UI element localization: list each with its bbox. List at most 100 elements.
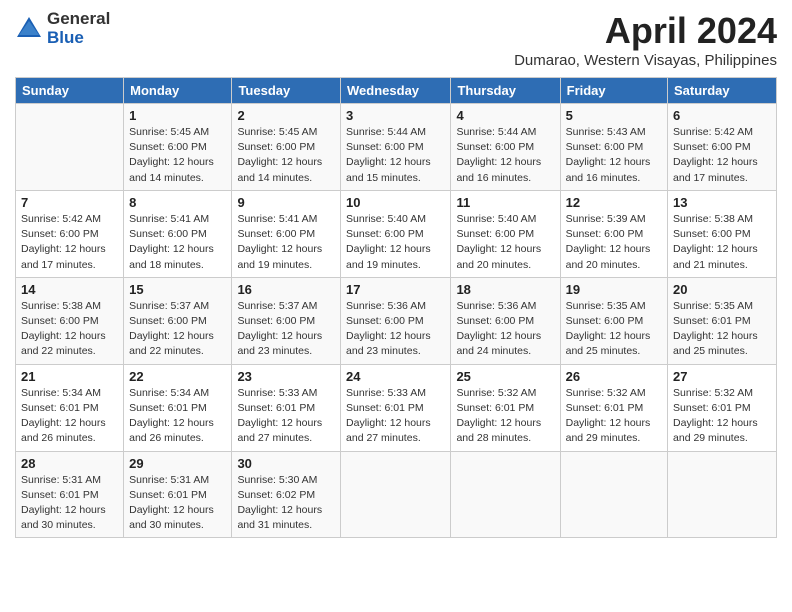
day-info: Sunrise: 5:34 AMSunset: 6:01 PMDaylight:… <box>129 386 226 447</box>
day-info: Sunrise: 5:31 AMSunset: 6:01 PMDaylight:… <box>129 473 226 534</box>
day-info: Sunrise: 5:44 AMSunset: 6:00 PMDaylight:… <box>456 125 554 186</box>
calendar-cell: 12Sunrise: 5:39 AMSunset: 6:00 PMDayligh… <box>560 190 667 277</box>
calendar-body: 1 Sunrise: 5:45 AMSunset: 6:00 PMDaylight… <box>16 104 777 538</box>
day-number: 19 <box>566 282 662 297</box>
day-number: 10 <box>346 195 445 210</box>
page-subtitle: Dumarao, Western Visayas, Philippines <box>514 52 777 69</box>
calendar-week-3: 14Sunrise: 5:38 AMSunset: 6:00 PMDayligh… <box>16 277 777 364</box>
day-number: 5 <box>566 108 662 123</box>
logo-icon <box>15 15 43 43</box>
calendar-cell: 14Sunrise: 5:38 AMSunset: 6:00 PMDayligh… <box>16 277 124 364</box>
day-info: Sunrise: 5:45 AMSunset: 6:00 PMDaylight:… <box>237 125 335 186</box>
day-info: Sunrise: 5:40 AMSunset: 6:00 PMDaylight:… <box>456 212 554 273</box>
day-number: 29 <box>129 456 226 471</box>
day-number: 25 <box>456 369 554 384</box>
calendar-cell: 6 Sunrise: 5:42 AMSunset: 6:00 PMDaylight… <box>668 104 777 191</box>
logo-text: General Blue <box>47 10 110 47</box>
calendar-cell: 8 Sunrise: 5:41 AMSunset: 6:00 PMDaylight… <box>124 190 232 277</box>
day-info: Sunrise: 5:37 AMSunset: 6:00 PMDaylight:… <box>237 299 335 360</box>
day-info: Sunrise: 5:32 AMSunset: 6:01 PMDaylight:… <box>673 386 771 447</box>
calendar-week-4: 21 Sunrise: 5:34 AMSunset: 6:01 PMDayligh… <box>16 364 777 451</box>
day-number: 23 <box>237 369 335 384</box>
day-info: Sunrise: 5:42 AMSunset: 6:00 PMDaylight:… <box>673 125 771 186</box>
logo-blue: Blue <box>47 29 110 48</box>
calendar-cell: 19 Sunrise: 5:35 AMSunset: 6:00 PMDayligh… <box>560 277 667 364</box>
day-header-tuesday: Tuesday <box>232 78 341 104</box>
day-number: 24 <box>346 369 445 384</box>
day-number: 16 <box>237 282 335 297</box>
day-number: 20 <box>673 282 771 297</box>
calendar-cell: 23 Sunrise: 5:33 AMSunset: 6:01 PMDayligh… <box>232 364 341 451</box>
day-number: 3 <box>346 108 445 123</box>
day-number: 18 <box>456 282 554 297</box>
calendar-cell <box>451 451 560 538</box>
day-number: 11 <box>456 195 554 210</box>
calendar-cell: 1 Sunrise: 5:45 AMSunset: 6:00 PMDaylight… <box>124 104 232 191</box>
page-header: General Blue April 2024 Dumarao, Western… <box>15 10 777 69</box>
page-title: April 2024 <box>514 10 777 52</box>
day-info: Sunrise: 5:32 AMSunset: 6:01 PMDaylight:… <box>456 386 554 447</box>
calendar-cell: 2 Sunrise: 5:45 AMSunset: 6:00 PMDaylight… <box>232 104 341 191</box>
day-number: 15 <box>129 282 226 297</box>
calendar-cell: 22 Sunrise: 5:34 AMSunset: 6:01 PMDayligh… <box>124 364 232 451</box>
calendar-cell: 4 Sunrise: 5:44 AMSunset: 6:00 PMDaylight… <box>451 104 560 191</box>
day-info: Sunrise: 5:38 AMSunset: 6:00 PMDaylight:… <box>673 212 771 273</box>
day-header-wednesday: Wednesday <box>341 78 451 104</box>
calendar-cell: 28Sunrise: 5:31 AMSunset: 6:01 PMDayligh… <box>16 451 124 538</box>
day-number: 8 <box>129 195 226 210</box>
day-info: Sunrise: 5:45 AMSunset: 6:00 PMDaylight:… <box>129 125 226 186</box>
day-number: 26 <box>566 369 662 384</box>
day-info: Sunrise: 5:44 AMSunset: 6:00 PMDaylight:… <box>346 125 445 186</box>
calendar-cell: 24Sunrise: 5:33 AMSunset: 6:01 PMDayligh… <box>341 364 451 451</box>
calendar-week-5: 28Sunrise: 5:31 AMSunset: 6:01 PMDayligh… <box>16 451 777 538</box>
day-info: Sunrise: 5:30 AMSunset: 6:02 PMDaylight:… <box>237 473 335 534</box>
calendar-cell: 30Sunrise: 5:30 AMSunset: 6:02 PMDayligh… <box>232 451 341 538</box>
day-number: 6 <box>673 108 771 123</box>
day-info: Sunrise: 5:39 AMSunset: 6:00 PMDaylight:… <box>566 212 662 273</box>
day-number: 2 <box>237 108 335 123</box>
day-info: Sunrise: 5:35 AMSunset: 6:00 PMDaylight:… <box>566 299 662 360</box>
day-info: Sunrise: 5:41 AMSunset: 6:00 PMDaylight:… <box>129 212 226 273</box>
day-number: 13 <box>673 195 771 210</box>
title-block: April 2024 Dumarao, Western Visayas, Phi… <box>514 10 777 69</box>
day-number: 21 <box>21 369 118 384</box>
day-info: Sunrise: 5:33 AMSunset: 6:01 PMDaylight:… <box>237 386 335 447</box>
calendar-cell: 15Sunrise: 5:37 AMSunset: 6:00 PMDayligh… <box>124 277 232 364</box>
day-number: 7 <box>21 195 118 210</box>
day-info: Sunrise: 5:38 AMSunset: 6:00 PMDaylight:… <box>21 299 118 360</box>
calendar-cell: 27 Sunrise: 5:32 AMSunset: 6:01 PMDayligh… <box>668 364 777 451</box>
day-info: Sunrise: 5:34 AMSunset: 6:01 PMDaylight:… <box>21 386 118 447</box>
day-info: Sunrise: 5:31 AMSunset: 6:01 PMDaylight:… <box>21 473 118 534</box>
day-number: 22 <box>129 369 226 384</box>
calendar-cell: 29 Sunrise: 5:31 AMSunset: 6:01 PMDayligh… <box>124 451 232 538</box>
calendar-cell <box>668 451 777 538</box>
logo: General Blue <box>15 10 110 47</box>
day-info: Sunrise: 5:32 AMSunset: 6:01 PMDaylight:… <box>566 386 662 447</box>
day-number: 27 <box>673 369 771 384</box>
calendar-week-2: 7Sunrise: 5:42 AMSunset: 6:00 PMDaylight… <box>16 190 777 277</box>
day-info: Sunrise: 5:40 AMSunset: 6:00 PMDaylight:… <box>346 212 445 273</box>
header-row: SundayMondayTuesdayWednesdayThursdayFrid… <box>16 78 777 104</box>
day-number: 1 <box>129 108 226 123</box>
calendar-cell <box>16 104 124 191</box>
day-number: 4 <box>456 108 554 123</box>
day-number: 17 <box>346 282 445 297</box>
day-info: Sunrise: 5:43 AMSunset: 6:00 PMDaylight:… <box>566 125 662 186</box>
day-header-thursday: Thursday <box>451 78 560 104</box>
calendar-cell: 5 Sunrise: 5:43 AMSunset: 6:00 PMDaylight… <box>560 104 667 191</box>
calendar-cell: 11 Sunrise: 5:40 AMSunset: 6:00 PMDayligh… <box>451 190 560 277</box>
day-info: Sunrise: 5:35 AMSunset: 6:01 PMDaylight:… <box>673 299 771 360</box>
calendar-cell: 9Sunrise: 5:41 AMSunset: 6:00 PMDaylight… <box>232 190 341 277</box>
calendar-cell: 10 Sunrise: 5:40 AMSunset: 6:00 PMDayligh… <box>341 190 451 277</box>
calendar-table: SundayMondayTuesdayWednesdayThursdayFrid… <box>15 77 777 538</box>
calendar-cell: 20 Sunrise: 5:35 AMSunset: 6:01 PMDayligh… <box>668 277 777 364</box>
day-header-friday: Friday <box>560 78 667 104</box>
calendar-cell: 7Sunrise: 5:42 AMSunset: 6:00 PMDaylight… <box>16 190 124 277</box>
calendar-cell: 13 Sunrise: 5:38 AMSunset: 6:00 PMDayligh… <box>668 190 777 277</box>
calendar-cell: 18Sunrise: 5:36 AMSunset: 6:00 PMDayligh… <box>451 277 560 364</box>
calendar-cell: 16 Sunrise: 5:37 AMSunset: 6:00 PMDayligh… <box>232 277 341 364</box>
calendar-cell <box>341 451 451 538</box>
calendar-cell: 17Sunrise: 5:36 AMSunset: 6:00 PMDayligh… <box>341 277 451 364</box>
logo-general: General <box>47 10 110 29</box>
day-number: 9 <box>237 195 335 210</box>
